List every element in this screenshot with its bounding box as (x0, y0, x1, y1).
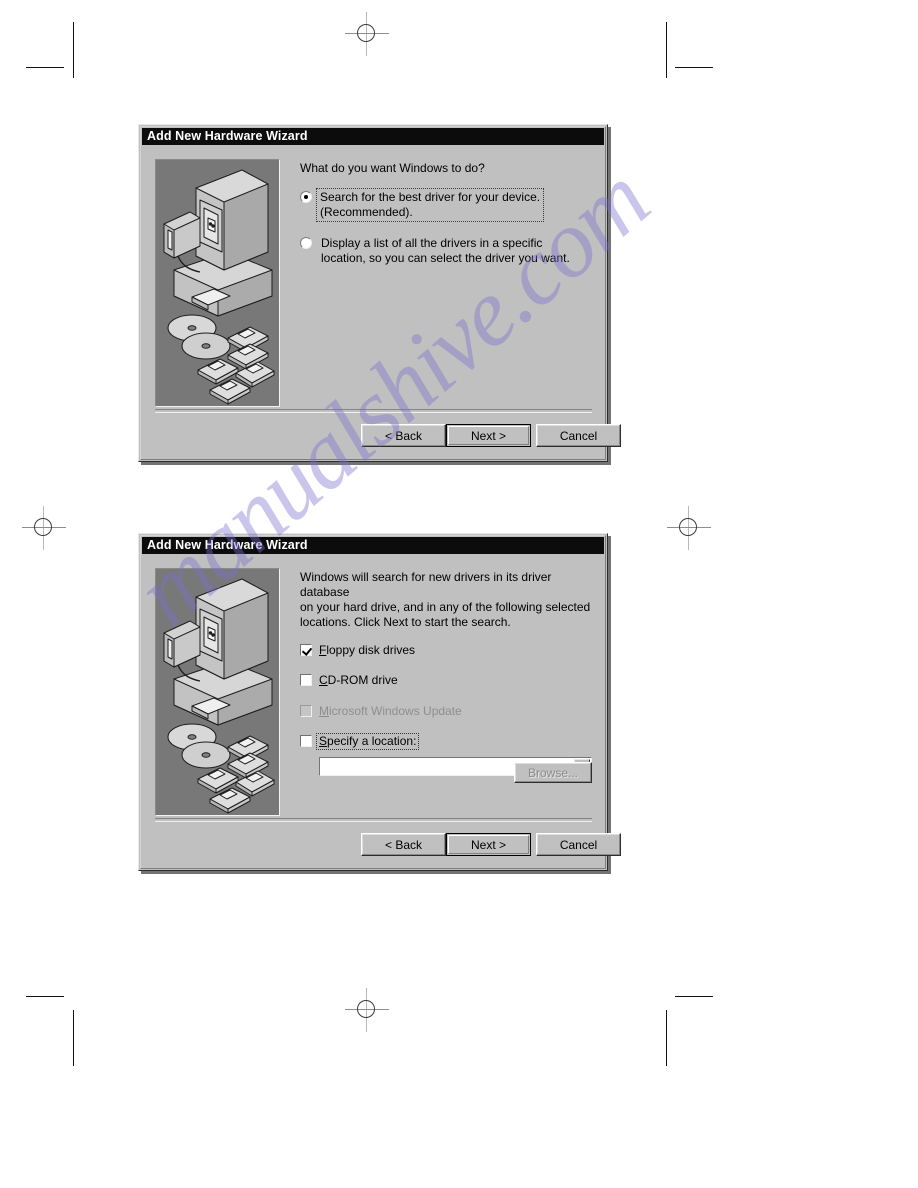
computer-with-disks-illustration (155, 568, 280, 816)
next-button-label: Next > (470, 837, 506, 852)
cancel-button-label: Cancel (559, 428, 598, 443)
dialog-2-title: Add New Hardware Wizard (147, 538, 308, 553)
checkbox-label-floppy-disk-drives[interactable]: Floppy disk drives (319, 643, 415, 657)
crop-mark-bottom-right-vertical (666, 1010, 667, 1066)
radio-option-search-best-driver[interactable]: Search for the best driver for your devi… (300, 188, 592, 222)
dialog-2-titlebar: Add New Hardware Wizard (142, 537, 604, 554)
accel-key: M (319, 703, 329, 718)
checkbox-floppy-disk-drives[interactable]: Floppy disk drives (300, 643, 592, 657)
dialog-2-prompt-line1: Windows will search for new drivers in i… (300, 570, 552, 599)
dialog-2-content: Windows will search for new drivers in i… (300, 570, 592, 783)
radio-label-line2: location, so you can select the driver y… (321, 251, 570, 265)
checkbox-cd-rom-drive[interactable]: CD-ROM drive (300, 673, 592, 687)
dialog-1-title: Add New Hardware Wizard (147, 129, 308, 144)
back-button[interactable]: < Back (361, 424, 446, 447)
checkbox-label-rest: loppy disk drives (326, 643, 416, 657)
checkbox-label-rest: D-ROM drive (327, 673, 398, 688)
checkbox-label-specify-a-location[interactable]: Specify a location: (316, 733, 420, 750)
registration-mark-left-middle (22, 506, 66, 550)
add-new-hardware-wizard-dialog-1: Add New Hardware Wizard What do you want… (138, 124, 621, 462)
radio-option-display-list-drivers[interactable]: Display a list of all the drivers in a s… (300, 236, 592, 266)
checkbox-icon-microsoft-windows-update (300, 704, 312, 717)
checkbox-microsoft-windows-update: Microsoft Windows Update (300, 704, 592, 718)
checkbox-label-microsoft-windows-update: Microsoft Windows Update (319, 704, 462, 718)
cancel-button[interactable]: Cancel (536, 833, 621, 856)
browse-button-label: Browse... (527, 765, 578, 780)
checkbox-label-cd-rom-drive[interactable]: CD-ROM drive (319, 673, 398, 687)
dialog-2-prompt-line2: on your hard drive, and in any of the fo… (300, 600, 591, 614)
cancel-button-label: Cancel (559, 837, 598, 852)
registration-mark-top-center (345, 12, 389, 56)
browse-button[interactable]: Browse... (514, 762, 592, 783)
dialog-2-separator (155, 818, 592, 822)
accel-key: S (319, 734, 328, 749)
dialog-1-content: What do you want Windows to do? Search f… (300, 161, 592, 280)
radio-label-display-list-drivers[interactable]: Display a list of all the drivers in a s… (319, 236, 572, 266)
back-button-label: < Back (384, 428, 423, 443)
radio-label-search-best-driver[interactable]: Search for the best driver for your devi… (316, 188, 545, 222)
crop-mark-bottom-right-horizontal (675, 996, 713, 997)
dialog-2-prompt-line3: locations. Click Next to start the searc… (300, 615, 511, 629)
crop-mark-top-right-horizontal (675, 67, 713, 68)
next-button-label: Next > (470, 428, 506, 443)
next-button[interactable]: Next > (446, 424, 531, 447)
radio-icon-display-list-drivers[interactable] (300, 237, 312, 249)
dialog-2-body: Windows will search for new drivers in i… (142, 556, 621, 867)
dialog-1-titlebar: Add New Hardware Wizard (142, 128, 604, 145)
dialog-1-separator (155, 409, 592, 413)
add-new-hardware-wizard-dialog-2: Add New Hardware Wizard Windows will sea… (138, 533, 621, 871)
back-button-label: < Back (384, 837, 423, 852)
checkbox-icon-cd-rom-drive[interactable] (300, 674, 312, 687)
dialog-2-prompt: Windows will search for new drivers in i… (300, 570, 592, 630)
dialog-1-button-row: < Back Next > Cancel (155, 409, 621, 447)
back-button[interactable]: < Back (361, 833, 446, 856)
accel-key: C (319, 673, 328, 688)
radio-icon-search-best-driver[interactable] (300, 191, 312, 203)
checkbox-icon-specify-a-location[interactable] (300, 735, 312, 748)
crop-mark-top-left-vertical (73, 22, 74, 78)
checkbox-label-rest: pecify a location: (327, 734, 417, 749)
dialog-1-prompt: What do you want Windows to do? (300, 161, 485, 175)
checkbox-specify-a-location[interactable]: Specify a location: (300, 733, 592, 750)
checkbox-icon-floppy-disk-drives[interactable] (300, 644, 312, 656)
crop-mark-bottom-left-horizontal (26, 996, 64, 997)
registration-mark-bottom-center (345, 988, 389, 1032)
radio-label-line1: Display a list of all the drivers in a s… (321, 236, 543, 250)
crop-mark-top-left-horizontal (26, 67, 64, 68)
crop-mark-top-right-vertical (666, 22, 667, 78)
radio-label-line2: (Recommended). (320, 205, 413, 219)
checkbox-label-rest: icrosoft Windows Update (329, 703, 462, 718)
computer-with-disks-illustration (155, 159, 280, 407)
next-button-face: Next > (448, 426, 529, 445)
dialog-1-body: What do you want Windows to do? Search f… (142, 147, 621, 458)
crop-mark-bottom-left-vertical (73, 1010, 74, 1066)
registration-mark-right-middle (667, 506, 711, 550)
next-button-face: Next > (448, 835, 529, 854)
cancel-button[interactable]: Cancel (536, 424, 621, 447)
radio-label-line1: Search for the best driver for your devi… (320, 190, 541, 204)
next-button[interactable]: Next > (446, 833, 531, 856)
dialog-2-button-row: < Back Next > Cancel (155, 818, 621, 856)
